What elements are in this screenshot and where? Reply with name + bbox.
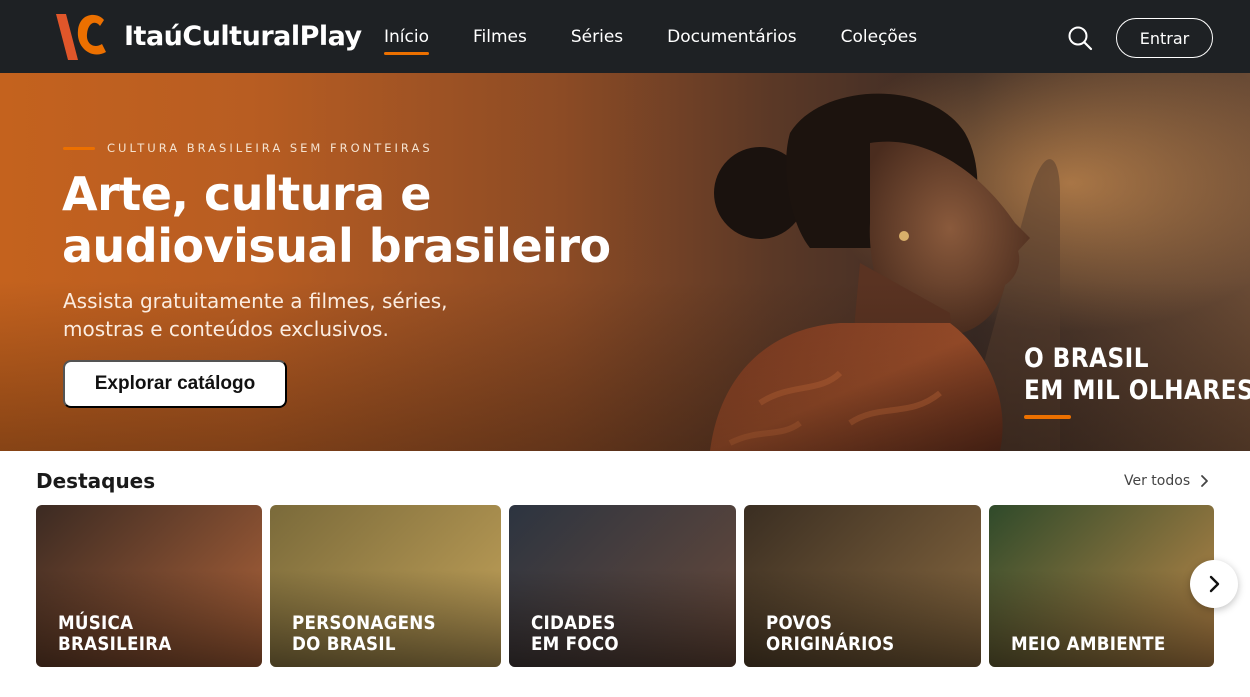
brand-logo-mark <box>56 14 106 60</box>
explore-catalog-button[interactable]: Explorar catálogo <box>63 360 287 408</box>
hero-title-line-1: Arte, cultura e <box>62 167 431 221</box>
carousel-next-button[interactable] <box>1190 560 1238 608</box>
eyebrow-accent-bar <box>63 146 95 150</box>
nav-item-inicio[interactable]: Início <box>384 0 429 73</box>
hero-tagline: O BRASIL EM MIL OLHARES <box>1024 343 1250 407</box>
top-navigation-bar: ItaúCulturalPlay Início Filmes Séries Do… <box>0 0 1250 73</box>
hero-tagline-line-1: O BRASIL <box>1024 343 1149 374</box>
highlights-title: Destaques <box>36 469 156 493</box>
search-button[interactable] <box>1064 22 1096 54</box>
highlight-card-label: MÚSICA BRASILEIRA <box>58 612 172 655</box>
hero-subtitle-line-1: Assista gratuitamente a filmes, séries, <box>63 289 448 313</box>
highlight-card-label: PERSONAGENS DO BRASIL <box>292 612 436 655</box>
brand-name: ItaúCulturalPlay <box>124 20 362 52</box>
hero-title-line-2: audiovisual brasileiro <box>62 219 611 273</box>
main-nav: Início Filmes Séries Documentários Coleç… <box>362 0 939 73</box>
hero-subtitle-line-2: mostras e conteúdos exclusivos. <box>63 317 389 341</box>
hero-title: Arte, cultura e audiovisual brasileiro <box>62 168 662 272</box>
see-all-link[interactable]: Ver todos <box>1124 473 1210 489</box>
login-button[interactable]: Entrar <box>1116 18 1213 58</box>
highlights-carousel: MÚSICA BRASILEIRA PERSONAGENS DO BRASIL … <box>36 505 1250 667</box>
search-icon <box>1068 26 1093 51</box>
highlight-card[interactable]: PERSONAGENS DO BRASIL <box>270 505 501 667</box>
nav-item-filmes[interactable]: Filmes <box>473 0 527 73</box>
hero-subtitle: Assista gratuitamente a filmes, séries, … <box>63 287 523 343</box>
chevron-right-icon <box>1209 575 1220 593</box>
highlight-card[interactable]: MÚSICA BRASILEIRA <box>36 505 262 667</box>
nav-item-colecoes[interactable]: Coleções <box>841 0 918 73</box>
highlight-card-label: MEIO AMBIENTE <box>1011 633 1166 655</box>
hero-tagline-accent-bar <box>1024 415 1071 419</box>
highlight-card[interactable]: MEIO AMBIENTE <box>989 505 1214 667</box>
brand-logo[interactable]: ItaúCulturalPlay <box>52 8 362 64</box>
see-all-label: Ver todos <box>1124 473 1191 489</box>
highlight-card[interactable]: POVOS ORIGINÁRIOS <box>744 505 981 667</box>
nav-item-series[interactable]: Séries <box>571 0 623 73</box>
hero-banner: CULTURA BRASILEIRA SEM FRONTEIRAS Arte, … <box>0 73 1250 451</box>
highlight-card-label: POVOS ORIGINÁRIOS <box>766 612 895 655</box>
highlight-card-label: CIDADES EM FOCO <box>531 612 619 655</box>
hero-tagline-line-2: EM MIL OLHARES <box>1024 375 1250 406</box>
chevron-right-icon <box>1201 475 1209 487</box>
hero-eyebrow: CULTURA BRASILEIRA SEM FRONTEIRAS <box>63 141 433 155</box>
highlight-card[interactable]: CIDADES EM FOCO <box>509 505 736 667</box>
hero-eyebrow-text: CULTURA BRASILEIRA SEM FRONTEIRAS <box>107 141 433 155</box>
nav-item-documentarios[interactable]: Documentários <box>667 0 796 73</box>
